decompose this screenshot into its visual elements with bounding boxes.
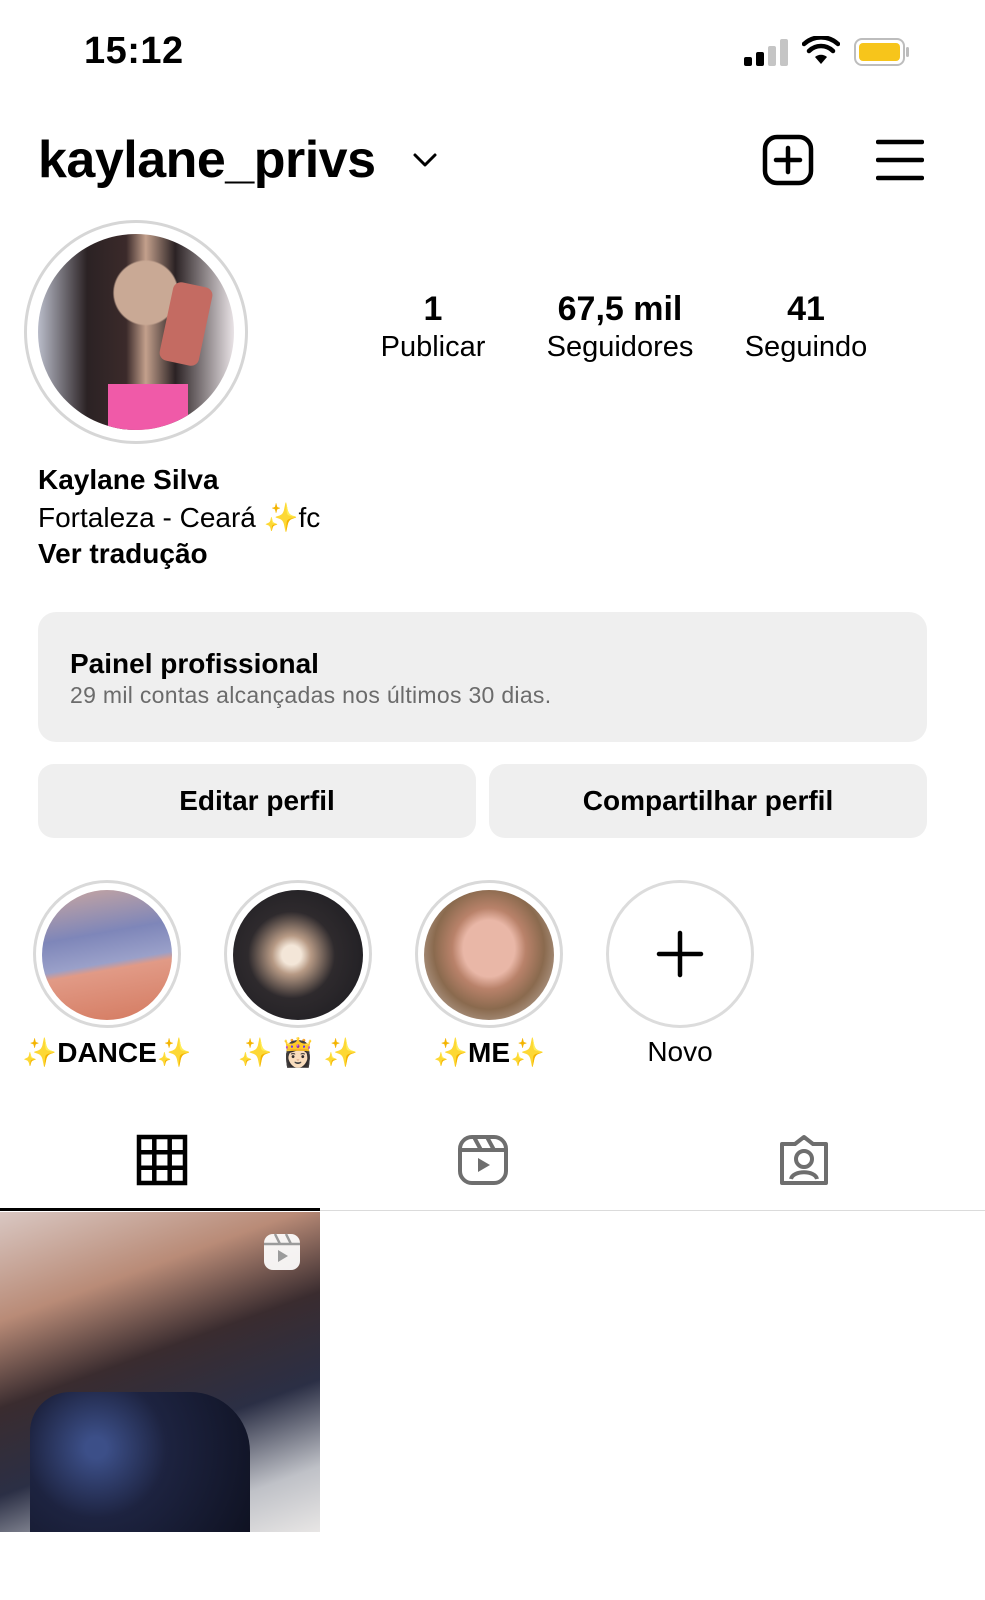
highlight-dance-label[interactable]: ✨DANCE✨ [7, 1036, 207, 1069]
stat-followers-label: Seguidores [546, 331, 694, 363]
sparkles-emoji: ✨ [510, 1037, 545, 1068]
post-photo-detail [30, 1392, 250, 1532]
sparkles-emoji: ✨ [156, 1037, 192, 1068]
sparkles-emoji: ✨ [237, 1037, 281, 1068]
profile-username[interactable]: kaylane_privs [38, 130, 376, 190]
post-thumbnail[interactable] [0, 1212, 320, 1532]
stat-following-label: Seguindo [744, 331, 868, 363]
bio-text: Fortaleza - Ceará ✨fc [38, 501, 320, 534]
grid-icon[interactable] [136, 1134, 188, 1186]
bio-text-prefix: Fortaleza - Ceará [38, 502, 264, 533]
wifi-icon [802, 36, 840, 64]
bio-text-suffix: fc [298, 502, 321, 533]
stat-followers-value: 67,5 mil [557, 290, 683, 328]
highlight-dance-cover[interactable] [42, 890, 172, 1020]
stat-followers[interactable]: 67,5 mil Seguidores [530, 290, 710, 366]
highlight-label-text: DANCE [57, 1037, 157, 1068]
highlight-me-label[interactable]: ✨ME✨ [389, 1036, 589, 1069]
sparkles-emoji: ✨ [22, 1037, 58, 1068]
chevron-down-icon[interactable] [412, 150, 438, 170]
sparkles-emoji: ✨ [433, 1037, 468, 1068]
stat-following[interactable]: 41 Seguindo [730, 290, 882, 366]
panel-title: Painel profissional [70, 648, 319, 679]
highlight-label-text: ME [468, 1037, 510, 1068]
reel-badge-icon [264, 1233, 300, 1270]
battery-icon [854, 38, 909, 66]
highlight-me-cover[interactable] [424, 890, 554, 1020]
profile-avatar[interactable] [38, 234, 234, 430]
avatar-photo-detail [108, 384, 188, 430]
princess-emoji: 👸🏻 [280, 1037, 316, 1068]
stat-following-value: 41 [787, 290, 825, 328]
profile-full-name: Kaylane Silva [38, 464, 219, 495]
tagged-photos-icon[interactable] [778, 1134, 830, 1186]
new-highlight-label[interactable]: Novo [580, 1036, 780, 1068]
active-tab-indicator [0, 1208, 320, 1211]
reels-icon[interactable] [457, 1134, 509, 1186]
panel-subtitle: 29 mil contas alcançadas nos últimos 30 … [70, 682, 552, 708]
sparkles-emoji: ✨ [315, 1037, 359, 1068]
stat-posts[interactable]: 1 Publicar [360, 290, 506, 366]
create-post-icon[interactable] [762, 134, 814, 186]
cellular-signal-icon [744, 38, 788, 66]
stat-posts-label: Publicar [380, 331, 486, 363]
stat-posts-value: 1 [423, 290, 443, 328]
avatar-photo-detail [158, 280, 214, 368]
status-time: 15:12 [84, 30, 184, 72]
hamburger-menu-icon[interactable] [876, 138, 924, 182]
plus-icon[interactable] [656, 930, 704, 978]
sparkles-emoji: ✨ [263, 502, 299, 533]
highlight-princess-cover[interactable] [233, 890, 363, 1020]
highlight-princess-label[interactable]: ✨ 👸🏻 ✨ [198, 1036, 398, 1069]
edit-profile-button[interactable]: Editar perfil [38, 764, 476, 838]
share-profile-button[interactable]: Compartilhar perfil [489, 764, 927, 838]
see-translation-link[interactable]: Ver tradução [38, 538, 208, 570]
